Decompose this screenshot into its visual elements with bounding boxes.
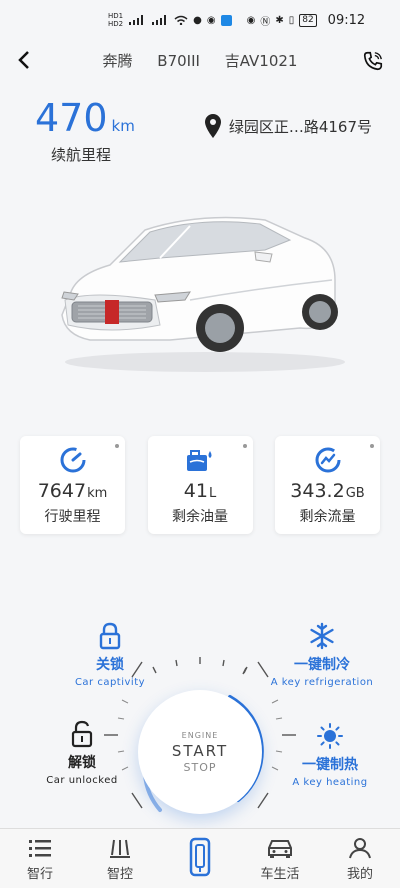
stat-cards: 7647km 行驶里程 41L 剩余油量 343.2GB 剩余流量 xyxy=(20,436,380,534)
lock-icon xyxy=(99,622,121,650)
cool-control[interactable]: 一键制冷 A key refrigeration xyxy=(262,622,382,688)
snowflake-icon xyxy=(310,622,334,650)
fuel-icon xyxy=(185,446,215,474)
app-badge-icon xyxy=(220,14,232,26)
vehicle-brand: 奔腾 xyxy=(102,52,133,70)
car-icon xyxy=(268,840,292,858)
cool-title: 一键制冷 xyxy=(294,657,350,673)
nav-item-car-life[interactable]: 车生活 xyxy=(245,829,315,882)
range-block: 470 km 续航里程 xyxy=(35,96,135,165)
stop-label: STOP xyxy=(183,760,217,774)
unlock-control[interactable]: 解锁 Car unlocked xyxy=(22,720,142,786)
data-usage-icon xyxy=(314,446,342,474)
sun-icon xyxy=(317,723,343,749)
card-dot xyxy=(242,444,247,448)
cell-signal-icon xyxy=(129,15,144,25)
chat-app-icon: ● xyxy=(193,14,202,26)
sim2-label: HD2 xyxy=(108,20,124,28)
status-bar: HD1 HD2 ● ◉ ◉ Ⓝ ✱ ▯ 82 09:12 xyxy=(0,0,400,40)
range-value: 470 xyxy=(35,96,108,140)
sim1-label: HD1 xyxy=(108,12,124,20)
fuel-value-row: 41L xyxy=(184,480,216,502)
heat-subtitle: A key heating xyxy=(292,777,368,788)
cool-subtitle: A key refrigeration xyxy=(270,677,374,688)
location-pin-icon xyxy=(204,114,221,138)
nav-label-mine: 我的 xyxy=(346,867,373,882)
data-label: 剩余流量 xyxy=(299,509,356,525)
range-label: 续航里程 xyxy=(51,146,112,164)
nav-label-smart-travel: 智行 xyxy=(26,867,53,882)
vibrate-icon: ▯ xyxy=(288,14,295,26)
fuel-label: 剩余油量 xyxy=(172,509,228,525)
mileage-card[interactable]: 7647km 行驶里程 xyxy=(20,436,125,534)
heat-control[interactable]: 一键制热 A key heating xyxy=(268,722,392,788)
cell-signal-icon-2 xyxy=(152,15,167,25)
nav-item-smart-travel[interactable]: 智行 xyxy=(5,829,75,882)
car-image xyxy=(50,200,350,380)
clock: 09:12 xyxy=(327,12,366,28)
unlock-icon xyxy=(71,720,93,748)
data-card[interactable]: 343.2GB 剩余流量 xyxy=(275,436,380,534)
nfc-icon: Ⓝ xyxy=(260,16,271,28)
engine-label: ENGINE xyxy=(181,730,219,740)
nav-label-smart-control: 智控 xyxy=(106,867,133,882)
heat-title: 一键制热 xyxy=(302,757,358,773)
vehicle-model: B70III xyxy=(157,52,200,70)
vehicle-title: 奔腾 B70III 吉AV1021 xyxy=(0,50,400,71)
nav-item-mine[interactable]: 我的 xyxy=(325,829,395,882)
data-value-row: 343.2GB xyxy=(290,480,364,502)
call-button[interactable] xyxy=(360,48,386,74)
data-value: 343.2 xyxy=(290,480,345,502)
status-icons: HD1 HD2 ● ◉ ◉ Ⓝ ✱ ▯ 82 09:12 xyxy=(108,12,365,28)
unlock-subtitle: Car unlocked xyxy=(46,775,118,786)
header: 奔腾 B70III 吉AV1021 xyxy=(0,40,400,80)
engine-start-button[interactable]: ENGINE START STOP xyxy=(138,690,262,814)
data-unit: GB xyxy=(345,486,365,501)
mileage-value-row: 7647km xyxy=(38,480,108,502)
lock-control[interactable]: 关锁 Car captivity xyxy=(52,622,168,688)
phone-icon xyxy=(363,51,383,71)
eye-icon: ◉ xyxy=(246,14,256,26)
car-key-icon xyxy=(189,837,211,877)
start-label: START xyxy=(171,741,229,760)
list-icon xyxy=(29,840,51,857)
bottom-nav: 智行 智控 车生活 我的 xyxy=(0,828,400,888)
remote-control-panel: 关锁 Car captivity 一键制冷 A key refrigeratio… xyxy=(0,600,400,820)
fuel-card[interactable]: 41L 剩余油量 xyxy=(147,436,253,534)
unlock-title: 解锁 xyxy=(68,755,96,771)
control-icon xyxy=(110,839,130,858)
fuel-unit: L xyxy=(208,486,217,501)
mileage-label: 行驶里程 xyxy=(44,509,101,525)
mileage-value: 7647 xyxy=(37,480,87,502)
message-app-icon: ◉ xyxy=(206,14,216,26)
fuel-value: 41 xyxy=(183,480,208,502)
location-text: 绿园区正…路4167号 xyxy=(228,117,372,136)
wifi-icon xyxy=(174,15,188,25)
bluetooth-icon: ✱ xyxy=(275,14,284,26)
car-illustration xyxy=(61,216,345,372)
nav-item-smart-control[interactable]: 智控 xyxy=(85,829,155,882)
nav-item-car-key[interactable] xyxy=(165,829,235,881)
sim-signal-icon: HD1 HD2 xyxy=(108,12,123,28)
location[interactable]: 绿园区正…路4167号 xyxy=(204,114,372,138)
lock-title: 关锁 xyxy=(96,657,124,673)
user-icon xyxy=(349,838,371,859)
speedometer-icon xyxy=(59,446,87,474)
card-dot xyxy=(370,444,374,448)
battery-icon: 82 xyxy=(299,13,317,27)
mileage-unit: km xyxy=(87,486,108,501)
range-unit: km xyxy=(111,117,135,135)
card-dot xyxy=(115,444,119,448)
nav-label-car-life: 车生活 xyxy=(260,867,300,882)
vehicle-plate: 吉AV1021 xyxy=(224,52,298,70)
lock-subtitle: Car captivity xyxy=(74,677,146,688)
